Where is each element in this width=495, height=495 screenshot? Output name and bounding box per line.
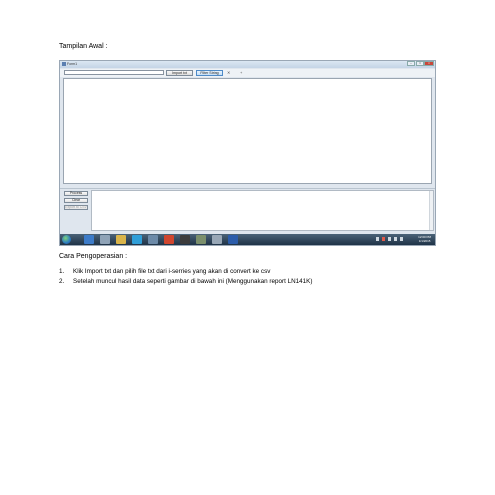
close-icon[interactable]: ✕ (227, 70, 230, 75)
step-number: 2. (59, 278, 65, 285)
minimize-button[interactable]: – (407, 61, 415, 66)
tray-icon[interactable] (388, 237, 391, 241)
tray-icon[interactable] (376, 237, 379, 241)
close-button[interactable]: × (424, 61, 434, 66)
data-grid-area[interactable] (63, 78, 432, 184)
media-icon[interactable] (100, 235, 110, 244)
heading-operation: Cara Pengoperasian : (59, 253, 128, 260)
windows-taskbar: 12:00 PM 1/1/2015 (60, 234, 435, 245)
log-scrollbar[interactable] (429, 191, 433, 230)
log-textarea[interactable] (91, 190, 434, 231)
clock-date: 1/1/2015 (418, 239, 431, 243)
file-path-input[interactable] (64, 70, 164, 75)
folder-icon[interactable] (116, 235, 126, 244)
process-button[interactable]: Process (64, 191, 88, 196)
taskbar-clock[interactable]: 12:00 PM 1/1/2015 (418, 235, 431, 243)
filter-string-button[interactable]: Filter String (196, 70, 223, 76)
app-icon (62, 62, 66, 66)
clear-button[interactable]: Clear (64, 198, 88, 203)
chrome-icon[interactable] (164, 235, 174, 244)
tray-icon[interactable] (394, 237, 397, 241)
skype-icon[interactable] (132, 235, 142, 244)
maximize-button[interactable]: □ (416, 61, 424, 66)
start-button[interactable] (62, 235, 71, 244)
window-title: Form1 (67, 62, 78, 66)
list-item: 2. Setelah muncul hasil data seperti gamb… (59, 278, 312, 286)
ie-icon[interactable] (84, 235, 94, 244)
tray-icon[interactable] (382, 237, 385, 241)
step-text: Setelah muncul hasil data seperti gambar… (73, 278, 313, 285)
plus-icon[interactable]: + (240, 70, 242, 75)
export-csv-button[interactable]: Export to CSV (64, 205, 88, 210)
window-titlebar: Form1 – □ × (60, 61, 435, 68)
app-icon-9[interactable] (212, 235, 222, 244)
app-screenshot: Form1 – □ × Import txt Filter String ✕ +… (59, 60, 436, 246)
volume-icon[interactable] (400, 237, 403, 241)
list-item: 1. Klik Import txt dan pilih file txt dar… (59, 268, 270, 276)
import-txt-button[interactable]: Import txt (166, 70, 193, 76)
step-number: 1. (59, 268, 65, 275)
heading-initial-view: Tampilan Awal : (59, 43, 108, 50)
app-icon-8[interactable] (196, 235, 206, 244)
app-icon-5[interactable] (148, 235, 158, 244)
app-icon-7[interactable] (180, 235, 190, 244)
word-icon[interactable] (228, 235, 238, 244)
step-text: Klik Import txt dan pilih file txt dari … (73, 268, 271, 275)
panel-divider (60, 188, 435, 189)
toolbar: Import txt Filter String ✕ + (60, 69, 435, 77)
